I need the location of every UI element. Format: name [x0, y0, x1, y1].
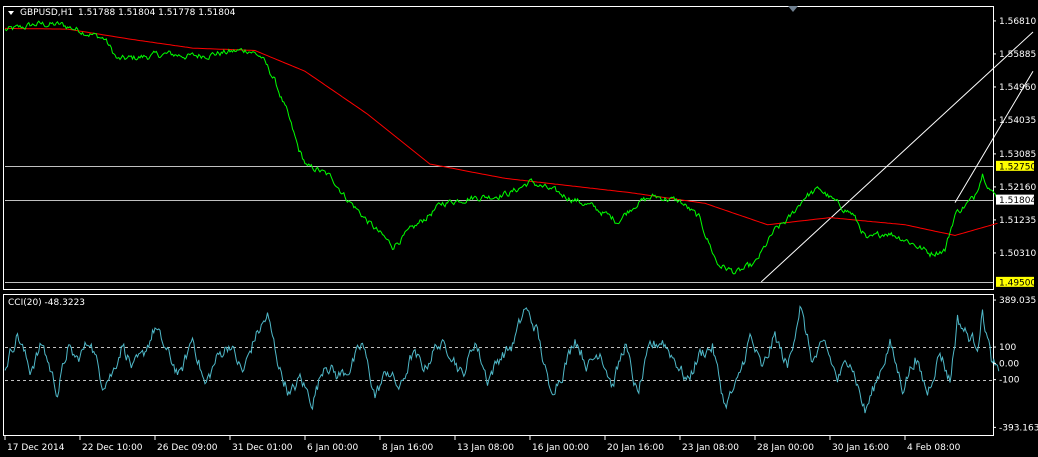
price-y-tick-label: 1.50310: [999, 249, 1036, 259]
chart-canvas: GBPUSD,H1 1.51788 1.51804 1.51778 1.5180…: [3, 6, 1038, 453]
price-y-tick-label: 1.56810: [999, 17, 1036, 27]
cci-y-tick-label: -393.163: [999, 423, 1038, 433]
cci-y-tick-label: 0.00: [999, 359, 1019, 369]
cci-y-tick-label: 389.035: [999, 296, 1036, 306]
price-y-tick-label: 1.51235: [999, 216, 1036, 226]
level-price-tag-label: 1.49500: [999, 278, 1036, 288]
x-tick-label: 4 Feb 08:00: [907, 443, 961, 453]
x-tick-label: 31 Dec 01:00: [232, 443, 293, 453]
x-tick-label: 28 Jan 00:00: [757, 443, 814, 453]
chart-window: GBPUSD,H1 1.51788 1.51804 1.51778 1.5180…: [0, 0, 1038, 457]
cci-y-tick-label: -100: [999, 376, 1020, 386]
x-tick-label: 6 Jan 00:00: [307, 443, 359, 453]
symbol-label: GBPUSD,H1: [20, 8, 73, 18]
price-y-tick-label: 1.54960: [999, 83, 1036, 93]
price-y-tick-label: 1.52160: [999, 183, 1036, 193]
level-price-tag-label: 1.51804: [999, 196, 1036, 206]
x-tick-label: 26 Dec 09:00: [157, 443, 218, 453]
cci-y-tick-label: 100: [999, 343, 1016, 353]
x-tick-label: 30 Jan 16:00: [832, 443, 889, 453]
price-y-tick-label: 1.55885: [999, 50, 1036, 60]
x-tick-label: 16 Jan 00:00: [532, 443, 589, 453]
level-price-tag-label: 1.52750: [999, 162, 1036, 172]
cci-panel-frame: [3, 294, 994, 436]
price-y-tick-label: 1.53085: [999, 150, 1036, 160]
x-tick-label: 13 Jan 08:00: [457, 443, 514, 453]
cci-label: CCI(20) -48.3223: [8, 298, 85, 308]
x-tick-label: 20 Jan 16:00: [607, 443, 664, 453]
x-tick-label: 17 Dec 2014: [7, 443, 65, 453]
x-tick-label: 22 Dec 10:00: [82, 443, 143, 453]
x-tick-label: 23 Jan 08:00: [682, 443, 739, 453]
ohlc-label: 1.51788 1.51804 1.51778 1.51804: [78, 8, 236, 18]
x-tick-label: 8 Jan 16:00: [382, 443, 434, 453]
price-panel-frame: [3, 6, 994, 290]
price-y-tick-label: 1.54035: [999, 116, 1036, 126]
